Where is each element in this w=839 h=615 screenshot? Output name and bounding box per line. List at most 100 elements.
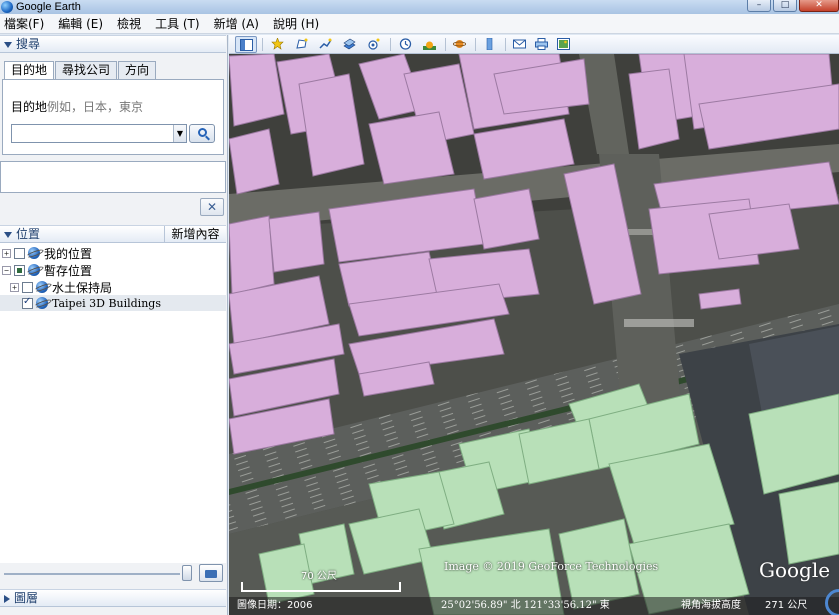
- planet-icon: [453, 40, 466, 48]
- email-icon: [513, 39, 526, 49]
- search-label-text: 目的地: [11, 100, 48, 114]
- add-polygon-button[interactable]: [291, 36, 313, 53]
- print-icon: [535, 38, 548, 50]
- clear-search-button[interactable]: ✕: [200, 198, 224, 216]
- folder-icon: [205, 570, 217, 578]
- search-input[interactable]: ▼: [11, 124, 187, 143]
- menu-add[interactable]: 新增 (A): [214, 14, 259, 34]
- tree-item-temporary-places[interactable]: − 暫存位置: [2, 262, 92, 278]
- slider-track[interactable]: [4, 573, 180, 575]
- search-button[interactable]: [189, 124, 215, 143]
- add-path-button[interactable]: [315, 36, 337, 53]
- search-header-label: 搜尋: [16, 37, 41, 51]
- folder-globe-icon: [28, 264, 40, 276]
- satellite-imagery: [229, 54, 839, 615]
- layer-globe-icon: [36, 281, 48, 293]
- slider-thumb[interactable]: [182, 565, 192, 581]
- menu-edit[interactable]: 編輯 (E): [58, 14, 103, 34]
- tab-find-businesses[interactable]: 尋找公司: [55, 61, 118, 79]
- dropdown-arrow-icon[interactable]: ▼: [173, 125, 186, 142]
- checkbox[interactable]: [14, 264, 25, 276]
- menu-bar: 檔案(F) 編輯 (E) 檢視 工具 (T) 新增 (A) 說明 (H): [0, 14, 839, 34]
- search-tabs: 目的地 尋找公司 方向: [4, 61, 157, 80]
- tree-item-soil-conservation[interactable]: + 水土保持局: [10, 279, 112, 295]
- tree-item-taipei-3d[interactable]: Taipei 3D Buildings: [0, 295, 226, 311]
- ruler-icon: [486, 38, 493, 50]
- historical-imagery-button[interactable]: [395, 36, 417, 53]
- eye-altitude-value: 271 公尺: [765, 600, 808, 611]
- add-placemark-button[interactable]: [267, 36, 289, 53]
- folder-globe-icon: [28, 247, 40, 259]
- sun-icon: [423, 41, 436, 50]
- search-label: 目的地例如，日本，東京: [11, 98, 143, 115]
- menu-view[interactable]: 檢視: [117, 14, 141, 34]
- scale-legend-line: [241, 582, 401, 592]
- add-content-button[interactable]: 新增內容: [164, 226, 226, 243]
- tour-icon: [368, 38, 380, 50]
- tree-item-my-places[interactable]: + 我的位置: [2, 245, 92, 261]
- layer-globe-icon: [36, 297, 48, 309]
- sidebar-toggle-button[interactable]: [235, 36, 257, 53]
- checkbox[interactable]: [22, 296, 33, 309]
- imagery-date: 圖像日期：2006: [237, 600, 313, 611]
- sidebar: 搜尋 目的地 尋找公司 方向 目的地例如，日本，東京 ▼ ✕ 位置 新增內容 +…: [0, 35, 228, 615]
- scale-bar: 70 公尺: [237, 570, 401, 596]
- expand-arrow-icon: [4, 594, 10, 603]
- places-header-label: 位置: [16, 227, 41, 241]
- expand-icon[interactable]: +: [2, 248, 11, 258]
- places-tree: + 我的位置 − 暫存位置 + 水土保持局 Taipei 3D Building…: [0, 243, 226, 563]
- ruler-button[interactable]: [479, 36, 501, 53]
- switch-planet-button[interactable]: [449, 36, 471, 53]
- map-status-bar: 圖像日期：2006 25°02'56.89" 北 121°33'56.12" 東…: [229, 597, 839, 615]
- search-hint: 例如，日本，東京: [47, 100, 144, 114]
- search-results: [0, 161, 226, 193]
- eye-altitude-label: 視角海拔高度: [681, 600, 741, 611]
- places-folder-button[interactable]: [199, 564, 223, 582]
- minimize-button[interactable]: –: [747, 0, 771, 12]
- email-button[interactable]: [509, 36, 531, 53]
- menu-file[interactable]: 檔案(F): [4, 14, 44, 34]
- placemark-icon: [271, 38, 284, 50]
- path-icon: [319, 38, 332, 49]
- menu-help[interactable]: 說明 (H): [273, 14, 319, 34]
- search-section-header[interactable]: 搜尋: [0, 35, 226, 53]
- tree-item-label: Taipei 3D Buildings: [52, 296, 161, 310]
- polygon-icon: [296, 38, 308, 49]
- checkbox[interactable]: [14, 247, 25, 259]
- layers-section-header[interactable]: 圖層: [0, 589, 226, 607]
- search-panel: 目的地例如，日本，東京 ▼: [2, 79, 224, 155]
- cursor-coordinates: 25°02'56.89" 北 121°33'56.12" 東: [441, 600, 610, 611]
- add-overlay-button[interactable]: [339, 36, 361, 53]
- expand-icon[interactable]: +: [10, 282, 19, 292]
- collapse-arrow-icon: [4, 231, 12, 238]
- title-bar: Google Earth – □ ✕: [0, 0, 839, 14]
- history-icon: [399, 38, 412, 50]
- opacity-slider: [0, 563, 226, 585]
- google-logo: Google: [759, 558, 831, 582]
- sunlight-button[interactable]: [419, 36, 441, 53]
- tree-item-label: 我的位置: [44, 246, 93, 261]
- sidebar-icon: [240, 39, 253, 51]
- collapse-arrow-icon: [4, 41, 12, 48]
- overlay-icon: [343, 38, 356, 50]
- scale-label: 70 公尺: [301, 571, 337, 582]
- imagery-credit: Image © 2019 GeoForce Technologies: [444, 560, 659, 573]
- print-button[interactable]: [531, 36, 553, 53]
- collapse-icon[interactable]: −: [2, 265, 11, 275]
- checkbox[interactable]: [22, 281, 33, 293]
- tree-item-label: 暫存位置: [44, 263, 93, 278]
- close-button[interactable]: ✕: [799, 0, 839, 12]
- toolbar: [229, 35, 839, 54]
- google-earth-app-icon: [1, 1, 13, 13]
- save-image-icon: [557, 38, 570, 50]
- menu-tools[interactable]: 工具 (T): [155, 14, 200, 34]
- tab-directions[interactable]: 方向: [118, 61, 157, 79]
- save-image-button[interactable]: [553, 36, 575, 53]
- window-title: Google Earth: [16, 1, 81, 13]
- layers-header-label: 圖層: [14, 591, 39, 605]
- tab-fly-to[interactable]: 目的地: [4, 61, 55, 80]
- tree-item-label: 水土保持局: [52, 280, 113, 295]
- earth-map-view[interactable]: 70 公尺 Image © 2019 GeoForce Technologies…: [229, 54, 839, 615]
- maximize-button[interactable]: □: [773, 0, 797, 12]
- record-tour-button[interactable]: [363, 36, 385, 53]
